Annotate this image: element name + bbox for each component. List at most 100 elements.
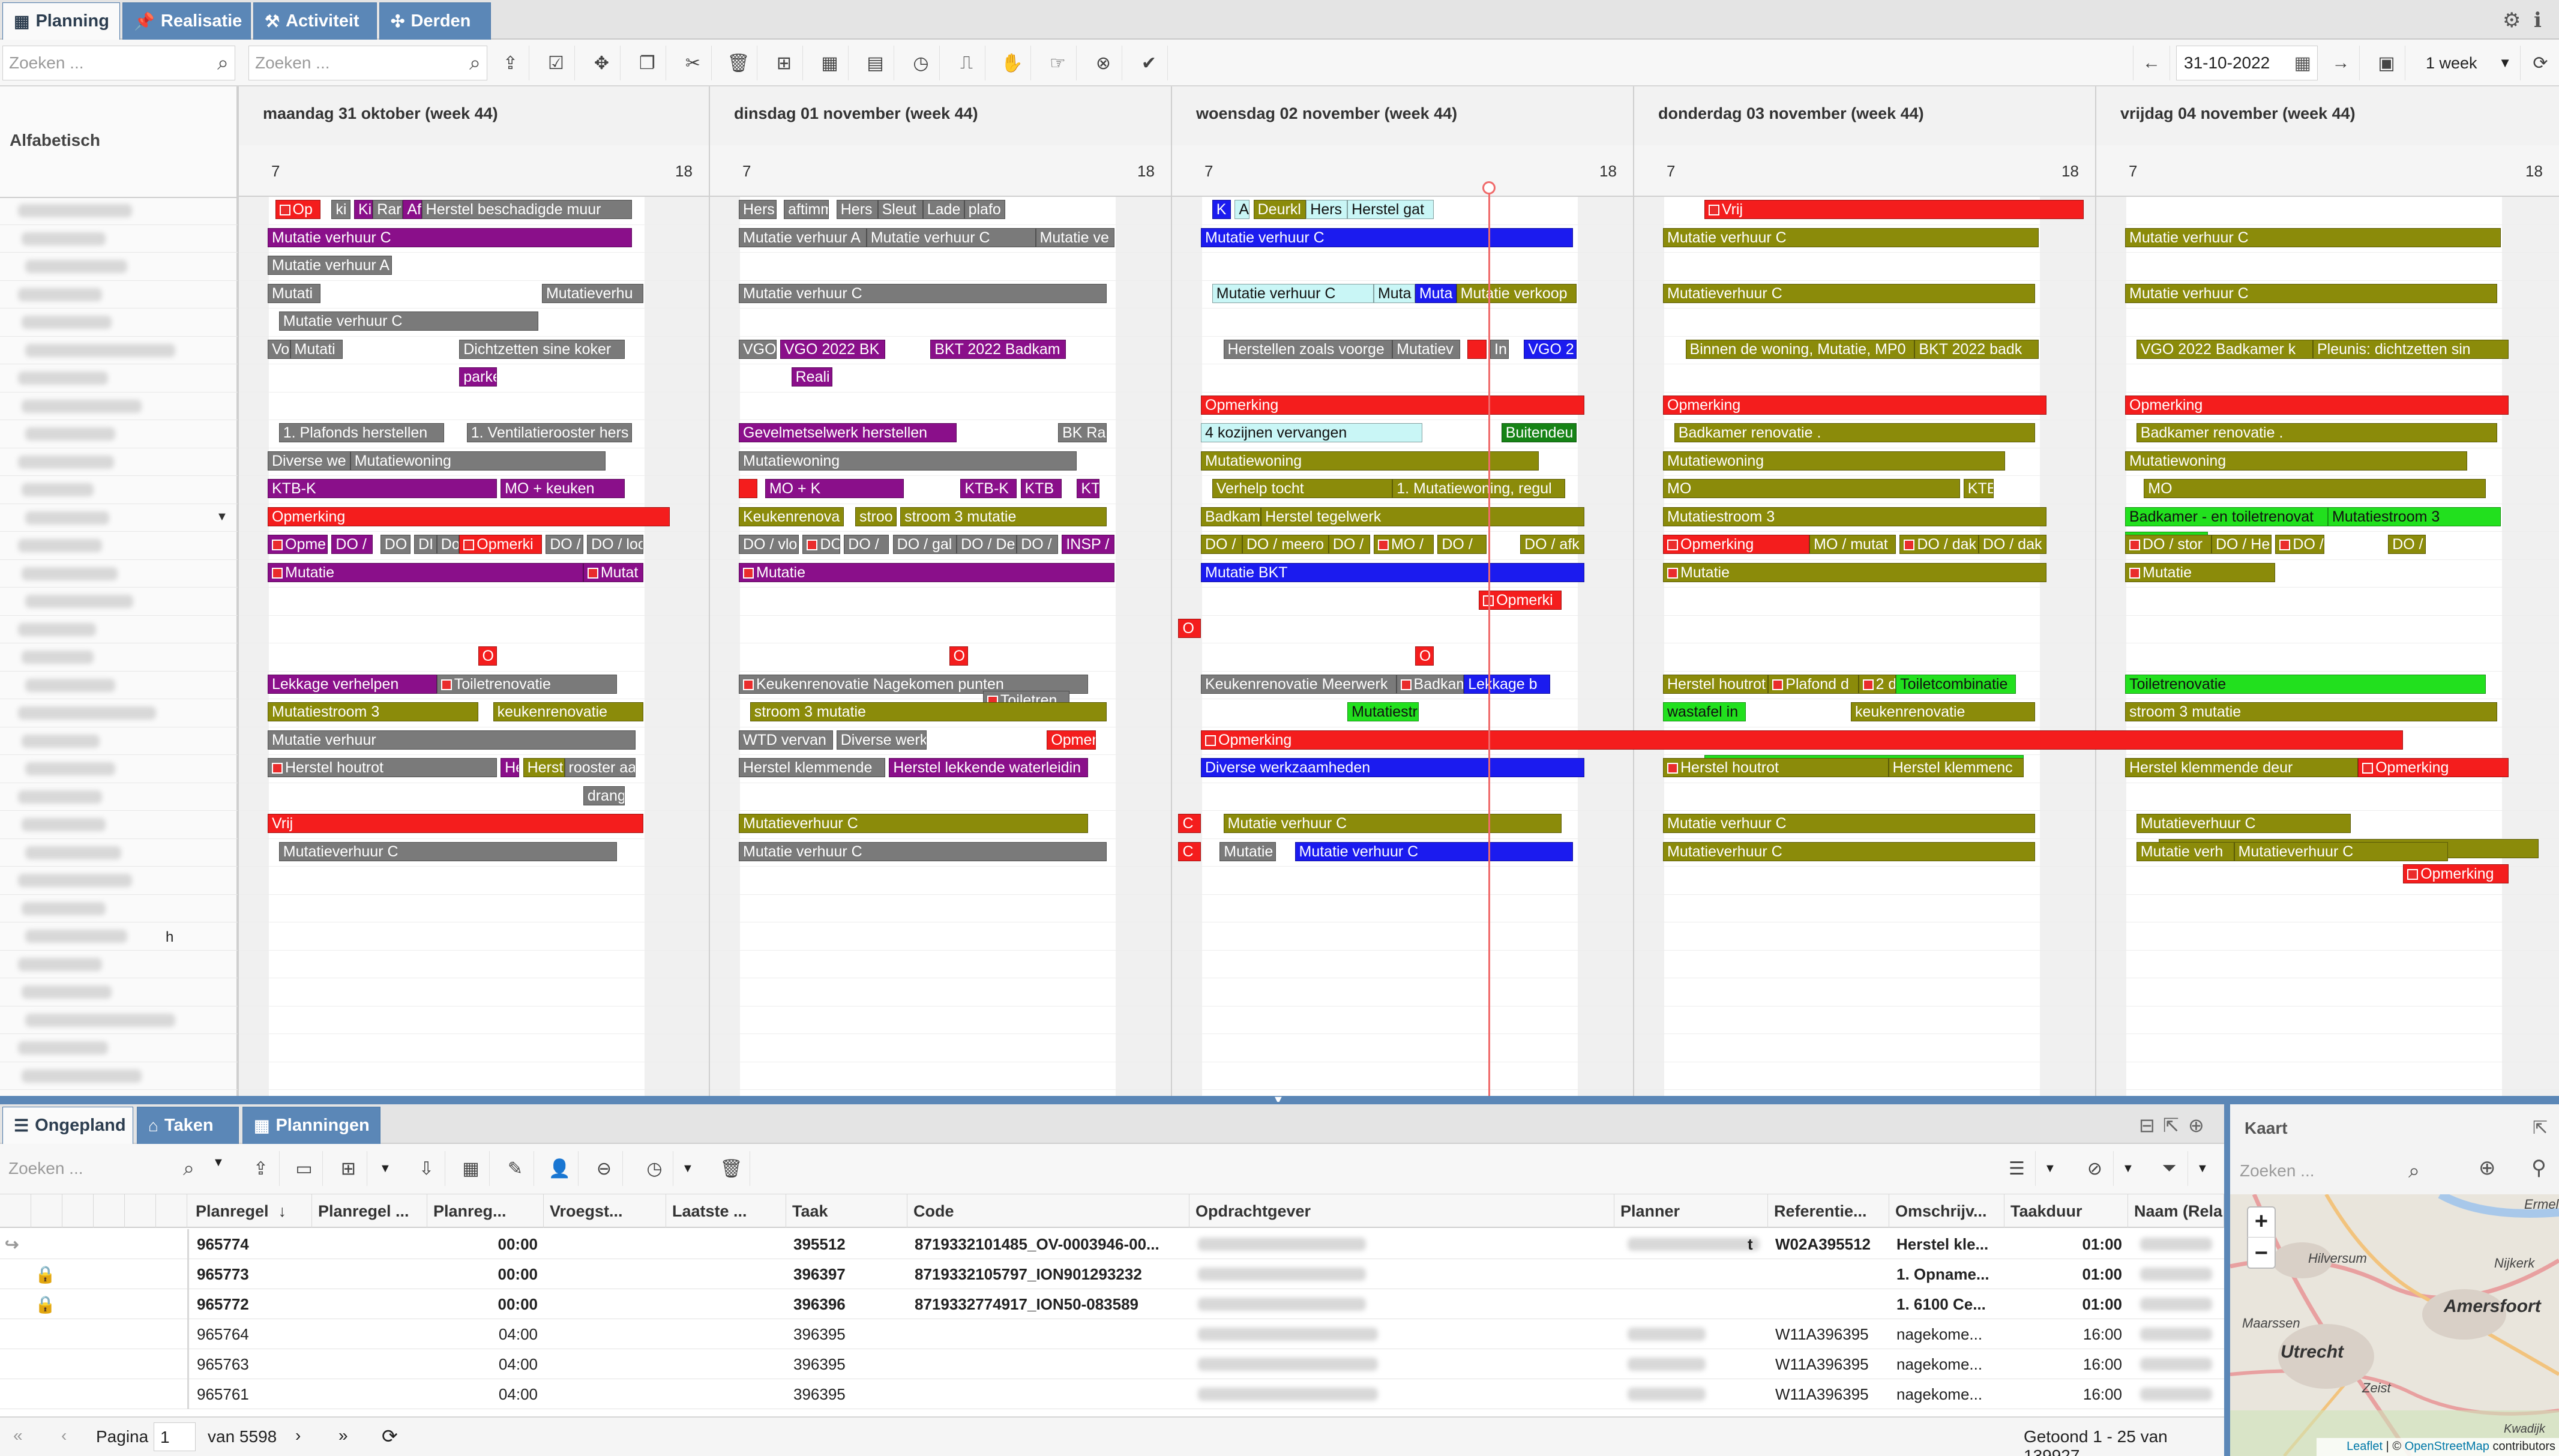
resource-row[interactable] xyxy=(0,197,238,225)
date-input[interactable]: 31-10-2022 ▦ xyxy=(2176,46,2318,80)
planning-event[interactable]: Mutatie verhuur A xyxy=(739,227,867,247)
planning-event[interactable]: KTB-K xyxy=(960,479,1017,498)
planning-event[interactable]: DO / He xyxy=(2211,535,2272,554)
planning-event[interactable]: DO / xyxy=(1017,535,1059,554)
planning-event[interactable]: Badkamer renovatie . xyxy=(1674,423,2035,442)
resource-row[interactable] xyxy=(0,364,238,393)
trash-icon[interactable]: 🗑 xyxy=(713,1151,750,1186)
planning-event[interactable]: plafo xyxy=(964,200,1006,219)
planning-event[interactable]: Mutati xyxy=(290,339,343,359)
planning-event[interactable]: Mutatie verhuur A xyxy=(268,256,392,275)
column-header[interactable]: Laatste ... xyxy=(666,1194,786,1228)
planning-event[interactable]: Mutatiestro xyxy=(1347,702,1419,721)
planning-event[interactable]: Opmerking xyxy=(1663,535,1810,554)
map-search-input[interactable]: Zoeken ... ⌕ xyxy=(2234,1154,2426,1188)
resource-row[interactable] xyxy=(0,951,238,978)
planning-event[interactable]: Mutatie verkoop xyxy=(1456,283,1577,303)
last-page-icon[interactable]: » xyxy=(338,1426,348,1445)
table-row[interactable]: ↪ 965774 00:00 395512 8719332101485_OV-00039… xyxy=(0,1229,2224,1259)
planning-event[interactable]: Mutatieverhu xyxy=(541,283,643,303)
resource-row[interactable] xyxy=(0,1062,238,1090)
table-row[interactable]: 965761 04:00 396395 W11A396395 nagekome... 16… xyxy=(0,1379,2224,1409)
planning-event[interactable]: DO / meero xyxy=(1242,535,1329,554)
planning-event[interactable]: DO xyxy=(802,535,840,554)
planning-event[interactable]: parke xyxy=(459,367,497,387)
planning-event[interactable]: Opmer xyxy=(1047,730,1096,750)
planning-event[interactable]: Keukenrenova xyxy=(739,507,844,526)
move-icon[interactable]: ✥ xyxy=(583,46,621,80)
resource-row[interactable] xyxy=(0,783,238,811)
planning-event[interactable]: Mutatie verhuur C xyxy=(739,283,1107,303)
planning-event[interactable]: O xyxy=(1178,618,1201,638)
tab-realisatie[interactable]: 📌 Realisatie xyxy=(122,2,251,40)
planning-event[interactable]: Mutatie BKT xyxy=(1201,562,1584,582)
day-column[interactable] xyxy=(238,197,710,1097)
calendar-icon[interactable]: ▦ xyxy=(453,1151,490,1186)
gear-icon[interactable]: ⚙ xyxy=(2503,8,2521,32)
column-header[interactable]: Code xyxy=(907,1194,1189,1228)
zoom-search-icon[interactable]: ⊕ xyxy=(2479,1156,2496,1180)
resource-row[interactable] xyxy=(0,504,238,532)
planning-event[interactable]: Mutatie verhuur C xyxy=(866,227,1036,247)
planning-event[interactable]: Opmerking xyxy=(2125,395,2509,415)
page-input[interactable]: 1 xyxy=(154,1422,196,1451)
day-column[interactable] xyxy=(2095,197,2559,1097)
planning-event[interactable]: Toiletrenovatie xyxy=(2125,674,2486,694)
resource-row[interactable] xyxy=(0,308,238,337)
column-header[interactable]: Opdrachtgever xyxy=(1189,1194,1614,1228)
planning-event[interactable]: O xyxy=(949,646,968,666)
table-row[interactable]: 🔒 965772 00:00 396396 8719332774917_ION50-08… xyxy=(0,1289,2224,1319)
planning-event[interactable]: Hers xyxy=(1306,200,1348,219)
planning-event[interactable]: KTB-K xyxy=(268,479,497,498)
planning-event[interactable]: Plafond d xyxy=(1768,674,1859,694)
tab-planning[interactable]: ▦ Planning xyxy=(2,2,120,40)
popout-icon[interactable]: ⇱ xyxy=(2533,1118,2548,1139)
planning-event[interactable]: Dichtzetten sine koker xyxy=(459,339,625,359)
user-plus-icon[interactable]: 👤 xyxy=(541,1151,579,1186)
refresh-icon[interactable]: ⟳ xyxy=(382,1425,398,1448)
thumb-icon[interactable]: ☞ xyxy=(1039,46,1077,80)
column-header[interactable]: Taak xyxy=(786,1194,907,1228)
planning-event[interactable]: Mutatie verhuur C xyxy=(1663,814,2035,833)
planning-event[interactable]: VGO 2022 BK xyxy=(780,339,886,359)
check-circle-icon[interactable]: ✔ xyxy=(1131,46,1168,80)
list-view-icon[interactable]: ☰ xyxy=(1998,1151,2036,1186)
resource-row[interactable] xyxy=(0,727,238,755)
calendar-check-icon[interactable]: ☑ xyxy=(538,46,575,80)
calendar-icon[interactable]: ▦ xyxy=(811,46,849,80)
planning-event[interactable]: C xyxy=(1178,841,1201,861)
planning-event[interactable]: K xyxy=(1212,200,1231,219)
document-edit-icon[interactable]: ✎ xyxy=(497,1151,534,1186)
planning-event[interactable] xyxy=(1467,339,1487,359)
planning-event[interactable]: keukenrenovatie xyxy=(1851,702,2035,721)
planning-event[interactable]: drang xyxy=(583,786,625,805)
planning-event[interactable]: Mutati xyxy=(268,283,320,303)
planning-event[interactable]: Verhelp tocht xyxy=(1212,479,1393,498)
planning-event[interactable]: DO / xyxy=(546,535,583,554)
resource-search-input[interactable]: Zoeken ... ⌕ xyxy=(2,46,235,80)
planning-event[interactable]: Mutatiewoning xyxy=(739,451,1077,471)
map-splitter[interactable] xyxy=(2224,1102,2230,1456)
table-row[interactable]: 965763 04:00 396395 W11A396395 nagekome... 16… xyxy=(0,1349,2224,1379)
calendar-icon[interactable]: ▦ xyxy=(2294,53,2311,74)
planning-event[interactable]: aftimm xyxy=(784,200,829,219)
planning-event[interactable]: 4 kozijnen vervangen xyxy=(1201,423,1423,442)
planning-event[interactable]: Sleut xyxy=(877,200,923,219)
planning-event[interactable]: Mutatie xyxy=(1663,562,2046,582)
planning-event[interactable]: Rar xyxy=(373,200,403,219)
planning-event[interactable]: Mutatiestroom 3 xyxy=(1663,507,2046,526)
planning-event[interactable]: Muta xyxy=(1415,283,1457,303)
planning-search-input[interactable]: Zoeken ... ⌕ xyxy=(248,46,487,80)
planning-event[interactable]: stroom 3 mutatie xyxy=(900,507,1107,526)
planning-event[interactable]: Opmerking xyxy=(2358,758,2509,777)
chevron-down-icon[interactable]: ▼ xyxy=(2122,1162,2134,1176)
column-header[interactable]: Referentie... xyxy=(1768,1194,1889,1228)
planning-event[interactable]: keukenrenovatie xyxy=(493,702,643,721)
planning-event[interactable]: Mutatieverhuur C xyxy=(1663,283,2035,303)
clock-icon[interactable]: ◷ xyxy=(903,46,940,80)
resource-row[interactable] xyxy=(0,560,238,588)
chevron-down-icon[interactable]: ▼ xyxy=(682,1162,694,1176)
chevron-down-icon[interactable]: ▼ xyxy=(2044,1162,2056,1176)
selector-column[interactable] xyxy=(31,1194,62,1228)
planning-event[interactable]: 1. Mutatiewoning, regul xyxy=(1392,479,1566,498)
